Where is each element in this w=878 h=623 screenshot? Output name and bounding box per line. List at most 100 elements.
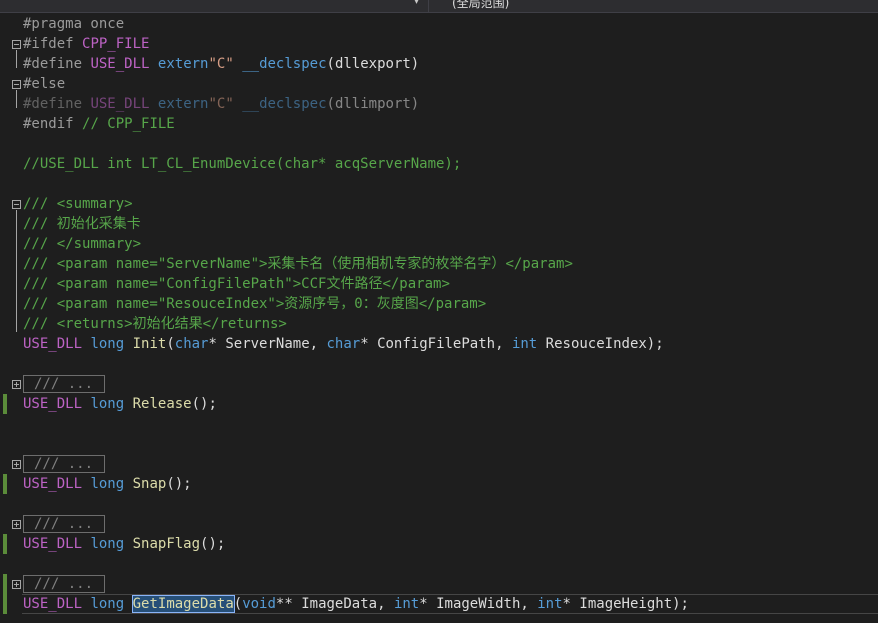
code-line[interactable]: /// <param name="ServerName">采集卡名（使用相机专家… — [23, 254, 573, 274]
keyword: extern — [157, 56, 209, 72]
string-literal: "C" — [208, 56, 234, 72]
identifier: * ImageHeight); — [562, 596, 689, 612]
code-line[interactable]: #define USE_DLL extern"C" __declspec(dll… — [23, 54, 419, 74]
macro-name: USE_DLL — [23, 396, 83, 412]
expand-toggle-icon[interactable] — [12, 520, 21, 529]
preprocessor: #else — [23, 76, 66, 92]
collapsed-region[interactable]: /// ... — [23, 455, 105, 473]
collapsed-region[interactable]: /// ... — [23, 515, 105, 533]
doc-comment: 采集卡名（使用相机专家的枚举名字） — [267, 256, 506, 272]
keyword: int — [393, 596, 420, 612]
macro-name: CPP_FILE — [82, 36, 150, 52]
code-line[interactable]: /// <param name="ResouceIndex">资源序号，0：灰度… — [23, 294, 486, 314]
comment: //USE_DLL int LT_CL_EnumDevice(char* acq… — [23, 156, 462, 172]
keyword: char — [174, 336, 209, 352]
code-line[interactable]: USE_DLL long Init(char* ServerName, char… — [23, 334, 664, 354]
preprocessor: #endif — [23, 116, 74, 132]
macro-name: USE_DLL — [90, 56, 150, 72]
code-editor[interactable]: #pragma once #ifdef CPP_FILE #define USE… — [0, 14, 878, 623]
keyword: char — [326, 336, 361, 352]
code-line[interactable]: USE_DLL long GetImageData(void** ImageDa… — [23, 594, 689, 614]
doc-comment: 资源序号，0：灰度图 — [284, 296, 419, 312]
identifier: * ImageWidth, — [419, 596, 538, 612]
code-line[interactable]: #ifdef CPP_FILE — [23, 34, 149, 54]
code-line[interactable]: #endif // CPP_FILE — [23, 114, 175, 134]
collapse-toggle-icon[interactable] — [12, 200, 21, 209]
doc-comment: </returns> — [202, 316, 287, 332]
expand-toggle-icon[interactable] — [12, 380, 21, 389]
code-line-inactive[interactable]: #define USE_DLL extern"C" __declspec(dll… — [23, 94, 419, 114]
code-line[interactable]: /// <returns>初始化结果</returns> — [23, 314, 287, 334]
function-name-selected[interactable]: GetImageData — [131, 595, 235, 613]
code-line[interactable]: /// 初始化采集卡 — [23, 214, 141, 234]
collapse-toggle-icon[interactable] — [12, 40, 21, 49]
keyword: long — [90, 336, 125, 352]
code-line[interactable]: /// <summary> — [23, 194, 133, 214]
keyword: long — [90, 476, 125, 492]
identifier: ResouceIndex); — [537, 336, 664, 352]
identifier: ** ImageData, — [275, 596, 394, 612]
identifier: (dllexport) — [326, 56, 420, 72]
fold-guide — [16, 50, 17, 68]
doc-comment: </param> — [418, 296, 487, 312]
function-name: Snap — [132, 476, 167, 492]
string-literal: "C" — [208, 96, 234, 112]
keyword: int — [511, 336, 538, 352]
change-marker — [3, 474, 7, 494]
keyword: long — [90, 396, 125, 412]
keyword: __declspec — [242, 96, 327, 112]
preprocessor: #pragma once — [23, 16, 125, 32]
code-line[interactable]: USE_DLL long Release(); — [23, 394, 217, 414]
keyword: long — [90, 596, 125, 612]
keyword: int — [537, 596, 563, 612]
function-name: Init — [132, 336, 167, 352]
doc-comment: </param> — [505, 256, 573, 272]
identifier: (dllimport) — [326, 96, 420, 112]
identifier: (); — [166, 476, 192, 492]
macro-name: USE_DLL — [23, 536, 83, 552]
keyword: long — [90, 536, 125, 552]
fold-guide — [16, 90, 17, 108]
macro-name: USE_DLL — [23, 476, 83, 492]
code-line[interactable]: #pragma once — [23, 14, 124, 34]
macro-name: USE_DLL — [23, 596, 83, 612]
function-name: SnapFlag — [132, 536, 201, 552]
preprocessor: #ifdef — [23, 36, 74, 52]
doc-comment: /// <returns> — [23, 316, 133, 332]
identifier: (); — [191, 396, 217, 412]
navigation-bar: ▾ (全局范围) — [0, 0, 878, 13]
code-line[interactable]: //USE_DLL int LT_CL_EnumDevice(char* acq… — [23, 154, 461, 174]
chevron-down-icon[interactable]: ▾ — [414, 0, 419, 7]
expand-toggle-icon[interactable] — [12, 460, 21, 469]
collapse-toggle-icon[interactable] — [12, 80, 21, 89]
keyword: __declspec — [242, 56, 327, 72]
doc-comment: /// <param name="ConfigFilePath"> — [23, 276, 302, 292]
preprocessor: #define — [23, 96, 83, 112]
fold-guide — [16, 210, 17, 332]
code-line[interactable]: /// <param name="ConfigFilePath">CCF文件路径… — [23, 274, 450, 294]
change-marker — [3, 534, 7, 554]
macro-name: USE_DLL — [90, 96, 150, 112]
code-line[interactable]: #else — [23, 74, 65, 94]
code-line[interactable]: /// </summary> — [23, 234, 141, 254]
identifier: * ConfigFilePath, — [360, 336, 512, 352]
identifier: * ServerName, — [208, 336, 327, 352]
comment: // CPP_FILE — [82, 116, 175, 132]
doc-comment: /// <param name="ResouceIndex"> — [23, 296, 285, 312]
macro-name: USE_DLL — [23, 336, 83, 352]
doc-comment: </param> — [382, 276, 450, 292]
code-line[interactable]: USE_DLL long Snap(); — [23, 474, 192, 494]
keyword: void — [242, 596, 276, 612]
doc-comment: /// 初始化采集卡 — [23, 216, 141, 232]
expand-toggle-icon[interactable] — [12, 580, 21, 589]
preprocessor: #define — [23, 56, 83, 72]
keyword: extern — [157, 96, 209, 112]
doc-comment: CCF文件路径 — [301, 276, 383, 292]
code-line[interactable]: USE_DLL long SnapFlag(); — [23, 534, 225, 554]
doc-comment: /// </summary> — [23, 236, 142, 252]
scope-dropdown[interactable]: (全局范围) — [452, 0, 509, 11]
collapsed-region[interactable]: /// ... — [23, 575, 105, 593]
doc-comment: /// <summary> — [23, 196, 133, 212]
collapsed-region[interactable]: /// ... — [23, 375, 105, 393]
change-marker — [3, 574, 7, 614]
